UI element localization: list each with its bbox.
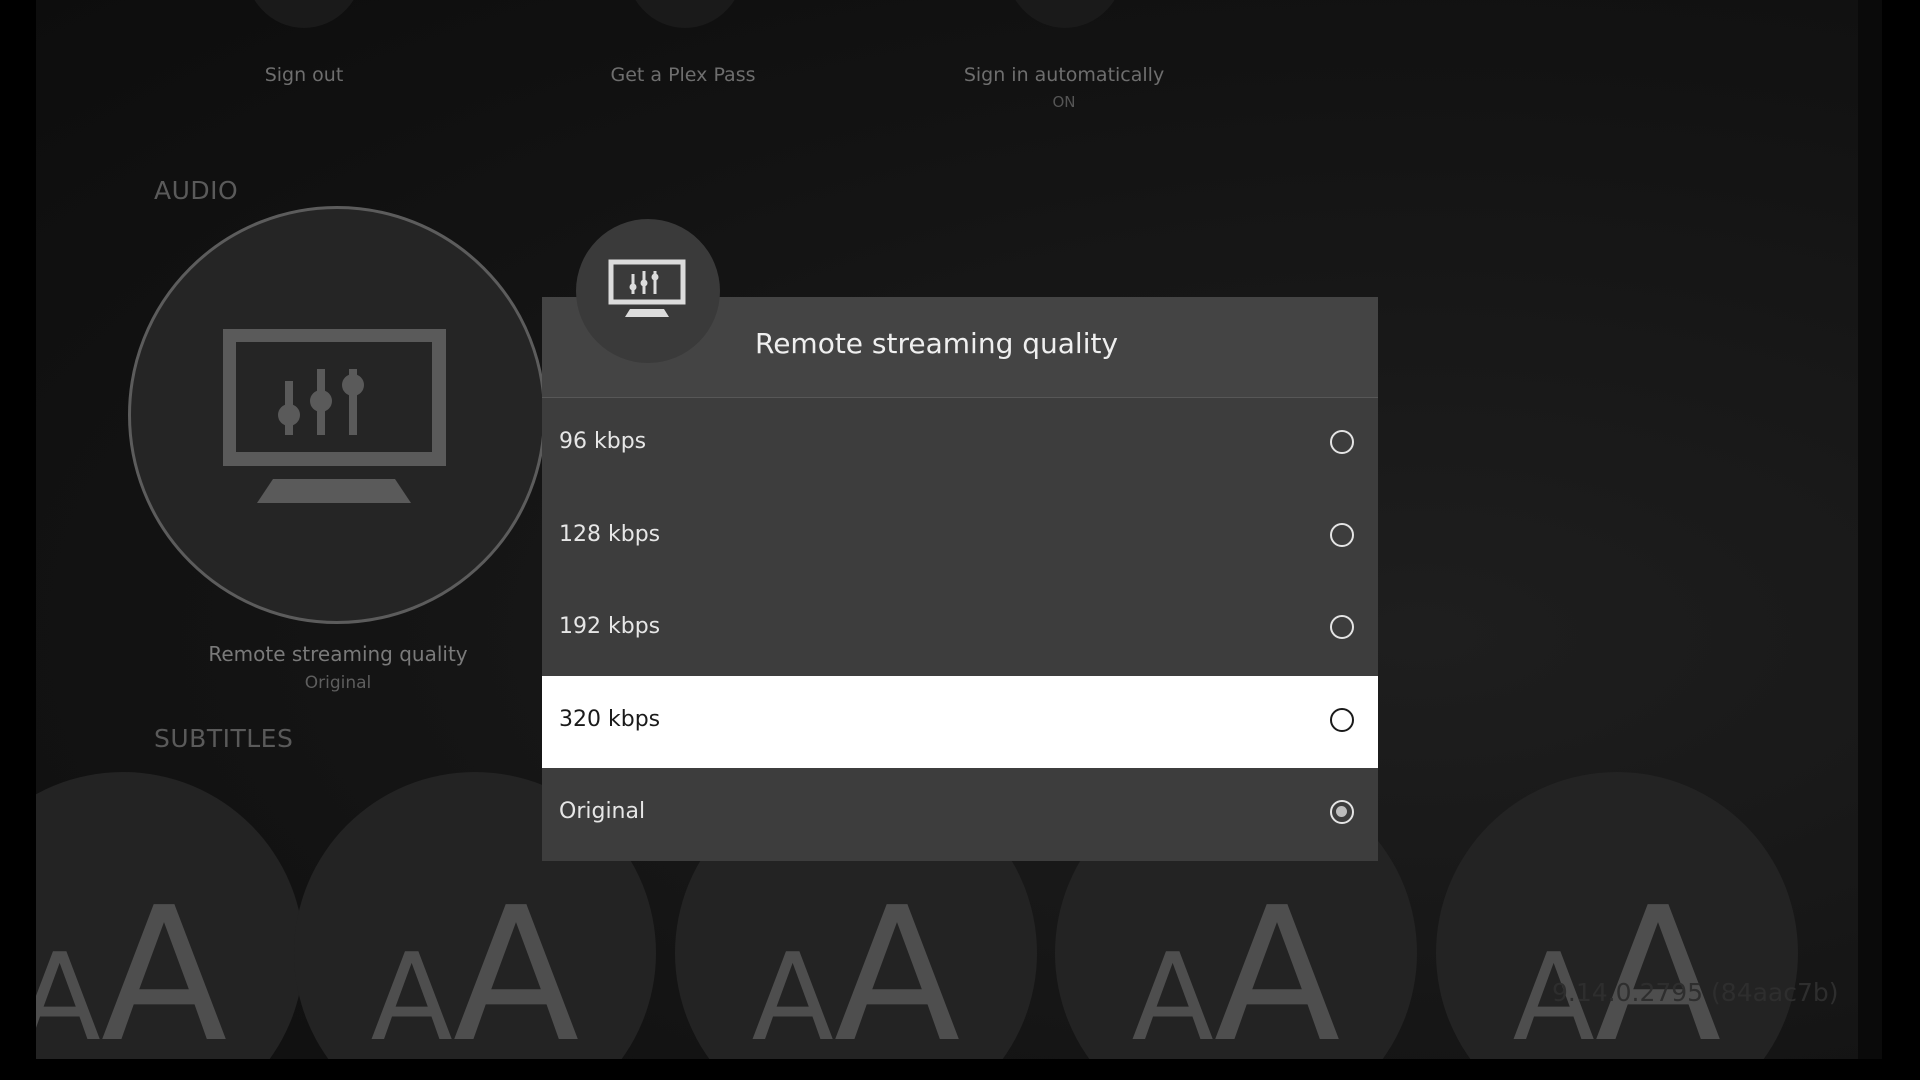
streaming-quality-dialog: Remote streaming quality 96 kbps 128 kbp… — [542, 297, 1378, 861]
dialog-icon-badge — [576, 219, 720, 363]
option-label: 320 kbps — [559, 706, 661, 732]
radio-button-selected[interactable] — [1330, 800, 1354, 825]
font-size-icon: AA — [751, 867, 961, 1059]
quality-option-original[interactable]: Original — [542, 768, 1378, 861]
radio-button[interactable] — [1330, 615, 1354, 640]
sign-in-automatically-tile[interactable] — [1005, 0, 1125, 28]
dialog-title: Remote streaming quality — [755, 327, 1119, 360]
option-label: 192 kbps — [559, 614, 661, 640]
sign-out-label: Sign out — [264, 64, 344, 86]
option-label: 128 kbps — [559, 521, 661, 547]
edge-shade — [1858, 0, 1882, 1059]
remote-streaming-quality-value: Original — [304, 673, 372, 693]
monitor-equalizer-icon — [608, 259, 686, 317]
radio-button[interactable] — [1330, 707, 1354, 732]
remote-streaming-quality-tile[interactable] — [128, 206, 546, 624]
remote-streaming-quality-label: Remote streaming quality — [208, 642, 468, 666]
option-label: Original — [559, 799, 646, 825]
version-text: 9.14.0.2795 (84aac7b) — [1552, 978, 1839, 1007]
font-size-icon: AA — [1512, 867, 1722, 1059]
font-size-icon: AA — [1131, 867, 1341, 1059]
quality-option-96[interactable]: 96 kbps — [542, 398, 1378, 491]
plex-pass-tile[interactable] — [625, 0, 745, 28]
quality-option-320[interactable]: 320 kbps — [542, 675, 1378, 769]
radio-button[interactable] — [1330, 522, 1354, 547]
option-label: 96 kbps — [559, 429, 647, 454]
font-size-icon: AA — [370, 867, 580, 1059]
sign-in-automatically-label: Sign in automatically — [963, 64, 1165, 86]
quality-option-128[interactable]: 128 kbps — [542, 491, 1378, 584]
quality-option-192[interactable]: 192 kbps — [542, 583, 1378, 676]
plex-pass-label: Get a Plex Pass — [610, 64, 756, 86]
radio-button[interactable] — [1330, 430, 1354, 454]
monitor-equalizer-icon — [223, 329, 446, 503]
font-size-icon: AA — [36, 867, 228, 1059]
sign-in-automatically-value: ON — [1052, 93, 1076, 111]
settings-screen: Sign out Get a Plex Pass Sign in automat… — [0, 0, 1920, 1080]
subtitle-size-tile[interactable]: AA — [36, 772, 304, 1059]
quality-options-list: 96 kbps 128 kbps 192 kbps 320 kbps Origi… — [542, 398, 1378, 861]
sign-out-tile[interactable] — [244, 0, 364, 28]
audio-section-header: AUDIO — [154, 176, 239, 205]
subtitles-section-header: SUBTITLES — [154, 724, 294, 753]
subtitle-size-tile[interactable]: AA — [1436, 772, 1798, 1059]
